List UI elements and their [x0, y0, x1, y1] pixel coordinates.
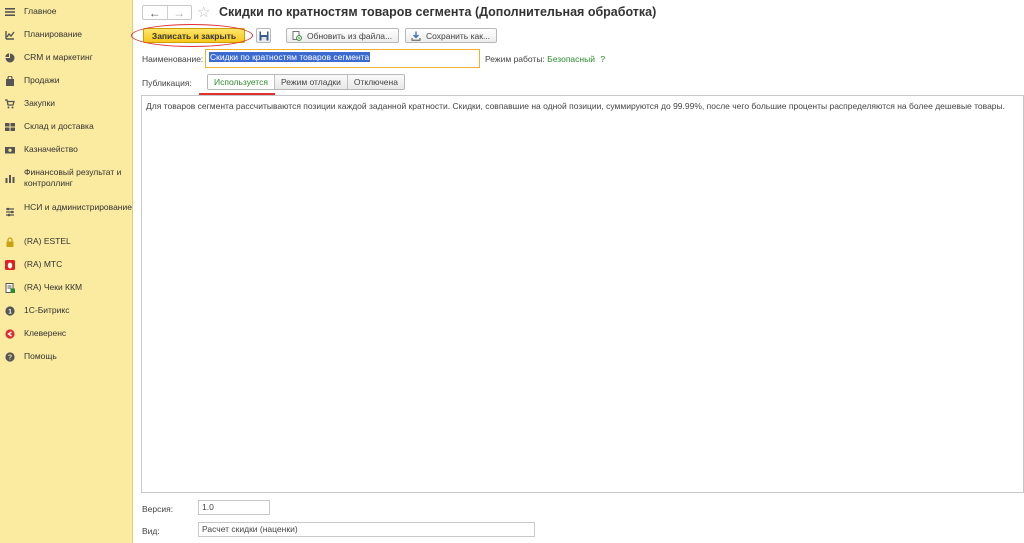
pie-chart-icon: [5, 53, 15, 63]
name-value: Скидки по кратностям товаров сегмента: [209, 52, 371, 62]
sidebar-item-ra-estel[interactable]: (RA) ESTEL: [0, 236, 133, 247]
sidebar-item-label: Закупки: [24, 98, 55, 108]
mts-icon: [5, 260, 15, 270]
save-and-close-button[interactable]: Записать и закрыть: [143, 28, 245, 43]
help-icon: ?: [5, 352, 15, 362]
svg-text:?: ?: [8, 355, 12, 362]
sidebar-item-label: (RA) МТС: [24, 259, 63, 269]
publication-switch: Используется Режим отладки Отключена: [207, 74, 405, 90]
history-nav: ← →: [142, 5, 192, 20]
sidebar-item-label: Финансовый результат и контроллинг: [24, 167, 122, 188]
mode-label: Режим работы:: [485, 54, 545, 64]
receipt-icon: [5, 283, 15, 293]
version-label: Версия:: [142, 504, 174, 514]
menu-icon: [5, 7, 15, 17]
sidebar-item-label: Планирование: [24, 29, 83, 39]
mode-help-link[interactable]: ?: [600, 54, 605, 64]
sidebar-item-warehouse[interactable]: Склад и доставка: [0, 121, 133, 132]
sidebar-item-sales[interactable]: Продажи: [0, 75, 133, 86]
sidebar-item-purchases[interactable]: Закупки: [0, 98, 133, 109]
sidebar-item-nsi[interactable]: НСИ и администрирование: [0, 202, 133, 217]
settings-icon: [5, 207, 15, 217]
description-field[interactable]: Для товаров сегмента рассчитываются пози…: [141, 95, 1024, 493]
publication-option-debug[interactable]: Режим отладки: [274, 75, 348, 89]
update-from-file-button[interactable]: Обновить из файла...: [286, 28, 399, 43]
lock-icon: [5, 237, 15, 247]
kind-field[interactable]: Расчет скидки (наценки): [198, 522, 535, 537]
back-button[interactable]: ←: [143, 6, 167, 20]
download-icon: [411, 31, 421, 41]
update-from-file-label: Обновить из файла...: [307, 30, 393, 41]
sidebar-item-cleverence[interactable]: Клеверенс: [0, 328, 133, 339]
sidebar: Главное Планирование CRM и маркетинг Про…: [0, 0, 133, 543]
mode-value-link[interactable]: Безопасный: [547, 54, 595, 64]
publication-option-disabled[interactable]: Отключена: [347, 75, 404, 89]
finance-chart-icon: [5, 173, 15, 183]
forward-button[interactable]: →: [166, 6, 192, 20]
sidebar-item-treasury[interactable]: Казначейство: [0, 144, 133, 155]
save-as-button[interactable]: Сохранить как...: [405, 28, 497, 43]
sidebar-item-label: Продажи: [24, 75, 60, 85]
bag-icon: [5, 76, 15, 86]
sidebar-item-label: (RA) Чеки ККМ: [24, 282, 83, 292]
page-title: Скидки по кратностям товаров сегмента (Д…: [219, 5, 657, 19]
sidebar-item-label: 1С-Битрикс: [24, 305, 70, 315]
planning-icon: [5, 30, 15, 40]
name-label: Наименование:: [142, 54, 204, 64]
sidebar-item-label: CRM и маркетинг: [24, 52, 93, 62]
name-field[interactable]: Скидки по кратностям товаров сегмента: [205, 49, 480, 68]
sidebar-item-ra-mts[interactable]: (RA) МТС: [0, 259, 133, 270]
treasury-icon: [5, 145, 15, 155]
sidebar-item-label: (RA) ESTEL: [24, 236, 71, 246]
sidebar-item-label: НСИ и администрирование: [24, 202, 132, 212]
sidebar-item-ra-kkm[interactable]: (RA) Чеки ККМ: [0, 282, 133, 293]
version-field[interactable]: 1.0: [198, 500, 270, 515]
bitrix-icon: 1: [5, 306, 15, 316]
publication-option-used[interactable]: Используется: [208, 75, 275, 89]
app-window: Главное Планирование CRM и маркетинг Про…: [0, 0, 1024, 543]
cleverence-icon: [5, 329, 15, 339]
warehouse-icon: [5, 122, 15, 132]
publication-label: Публикация:: [142, 78, 192, 88]
sidebar-item-finance[interactable]: Финансовый результат и контроллинг: [0, 167, 133, 189]
cart-icon: [5, 99, 15, 109]
mode-row: Режим работы: Безопасный ?: [485, 54, 605, 64]
sidebar-item-label: Казначейство: [24, 144, 78, 154]
save-button[interactable]: [256, 28, 271, 43]
sidebar-item-crm[interactable]: CRM и маркетинг: [0, 52, 133, 63]
update-file-icon: [292, 30, 302, 41]
sidebar-item-main[interactable]: Главное: [0, 6, 133, 17]
svg-text:1: 1: [8, 308, 12, 315]
favorite-star-icon[interactable]: ☆: [197, 3, 210, 21]
kind-label: Вид:: [142, 526, 160, 536]
sidebar-item-label: Клеверенс: [24, 328, 67, 338]
floppy-disk-icon: [259, 31, 269, 41]
save-as-label: Сохранить как...: [426, 30, 491, 41]
sidebar-item-label: Помощь: [24, 351, 57, 361]
sidebar-item-bitrix[interactable]: 1 1С-Битрикс: [0, 305, 133, 316]
sidebar-item-planning[interactable]: Планирование: [0, 29, 133, 40]
sidebar-item-help[interactable]: ? Помощь: [0, 351, 133, 362]
sidebar-item-label: Склад и доставка: [24, 121, 94, 131]
sidebar-item-label: Главное: [24, 6, 57, 16]
